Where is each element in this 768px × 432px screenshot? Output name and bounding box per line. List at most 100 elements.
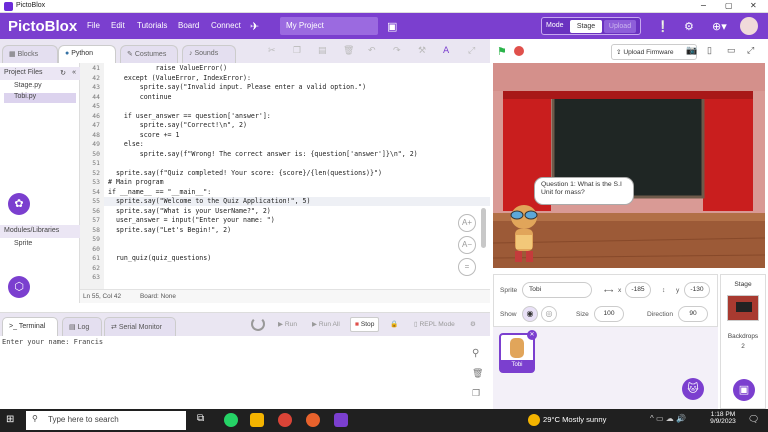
chrome-icon[interactable]	[278, 413, 292, 427]
code-line[interactable]: sprite.say(f"Quiz completed! Your score:…	[108, 169, 382, 177]
code-line[interactable]: run_quiz(quiz_questions)	[108, 254, 211, 262]
menu-edit[interactable]: Edit	[111, 21, 125, 30]
sprite-thumb-tobi[interactable]: Tobi ✕	[499, 330, 537, 373]
taskbar-search[interactable]: ⚲ Type here to search	[26, 411, 186, 430]
code-line[interactable]: # Main program	[108, 178, 164, 186]
menu-board[interactable]: Board	[178, 21, 199, 30]
wand-icon[interactable]: ⚒	[418, 46, 426, 56]
tobi-sprite[interactable]	[507, 203, 541, 265]
minimize-button[interactable]: −	[700, 1, 707, 10]
code-line[interactable]: sprite.say("Welcome to the Quiz Applicat…	[108, 197, 311, 205]
zoom-in-icon[interactable]: A+	[458, 214, 476, 232]
copy-icon[interactable]: ❐	[293, 46, 301, 56]
large-stage-icon[interactable]: ▭	[727, 45, 736, 56]
stage-mode-button[interactable]: Stage	[570, 20, 602, 33]
add-sprite-icon[interactable]: ✿	[8, 193, 30, 215]
system-tray-icons[interactable]: ^ ▭ ☁ 🔊	[650, 414, 686, 423]
task-view-icon[interactable]: ⧉	[197, 413, 204, 424]
tab-terminal[interactable]: >_ Terminal	[2, 317, 58, 337]
pictoblox-taskbar-icon[interactable]	[334, 413, 348, 427]
choose-backdrop-icon[interactable]: ▣	[733, 379, 755, 401]
avatar[interactable]	[740, 17, 758, 35]
maximize-button[interactable]: ▢	[725, 1, 733, 10]
project-name-input[interactable]: My Project	[280, 17, 378, 35]
code-line[interactable]: sprite.say(f"Wrong! The correct answer i…	[108, 150, 418, 158]
editor-scrollbar[interactable]	[481, 208, 486, 248]
file-item-stage[interactable]: Stage.py	[4, 82, 76, 92]
menu-tutorials[interactable]: Tutorials	[137, 21, 167, 30]
camera-icon[interactable]: 📷	[686, 45, 697, 56]
sprite-y-input[interactable]: -130	[684, 282, 710, 298]
lock-icon[interactable]: 🔒	[386, 317, 402, 332]
files-icon[interactable]	[250, 413, 264, 427]
sprite-direction-input[interactable]: 90	[678, 306, 708, 322]
redo-icon[interactable]: ↷	[393, 46, 401, 56]
upload-firmware-button[interactable]: ⇪ Upload Firmware	[611, 44, 697, 60]
delete-icon[interactable]: 🗑	[343, 46, 354, 56]
code-editor[interactable]: A+ A− = 41 raise ValueError() 42 except (…	[80, 63, 490, 289]
zoom-out-icon[interactable]: A−	[458, 236, 476, 254]
tab-serial-monitor[interactable]: ⇄ Serial Monitor	[104, 317, 176, 337]
show-eye-icon[interactable]: ◉	[522, 306, 538, 322]
fullscreen-stage-icon[interactable]: ⤢	[747, 45, 754, 56]
code-line[interactable]: score += 1	[108, 131, 180, 139]
hide-eye-icon[interactable]: ◎	[541, 306, 557, 322]
code-line[interactable]: sprite.say("Let's Begin!", 2)	[108, 226, 231, 234]
tab-log[interactable]: ▤ Log	[62, 317, 102, 337]
small-stage-icon[interactable]: ▯	[707, 45, 712, 56]
windows-start-icon[interactable]: ⊞	[6, 414, 18, 426]
close-button[interactable]: ✕	[750, 1, 757, 10]
whatsapp-icon[interactable]	[224, 413, 238, 427]
run-all-button[interactable]: ▶ Run All	[308, 317, 344, 332]
search-icon[interactable]: ⚲	[472, 348, 479, 359]
tab-python[interactable]: ● Python	[58, 45, 116, 63]
green-flag-icon[interactable]: ⚑	[497, 45, 507, 58]
extension-icon[interactable]: ✈	[250, 20, 259, 33]
tab-blocks[interactable]: ▦ Blocks	[2, 45, 58, 63]
feedback-icon[interactable]: ❕	[656, 20, 670, 33]
menu-connect[interactable]: Connect	[211, 21, 241, 30]
sprite-x-input[interactable]: -185	[625, 282, 651, 298]
menu-file[interactable]: File	[87, 21, 100, 30]
tab-costumes[interactable]: ✎ Costumes	[120, 45, 178, 63]
taskbar-clock[interactable]: 1:18 PM 9/9/2023	[706, 411, 740, 425]
reset-zoom-icon[interactable]: =	[458, 258, 476, 276]
delete-sprite-icon[interactable]: ✕	[527, 330, 537, 340]
stage-canvas[interactable]: Question 1: What is the S.I Unit for mas…	[493, 63, 765, 268]
code-line[interactable]: if user_answer == question['answer']:	[108, 112, 271, 120]
code-line[interactable]: if __name__ == "__main__":	[108, 188, 211, 196]
add-extension-icon[interactable]: ⬡	[8, 276, 30, 298]
module-item-sprite[interactable]: Sprite	[4, 240, 76, 250]
code-line[interactable]: sprite.say("Correct!\n", 2)	[108, 121, 247, 129]
collapse-icon[interactable]: «	[72, 69, 76, 76]
code-line[interactable]: continue	[108, 93, 172, 101]
refresh-icon[interactable]: ↻	[60, 69, 66, 77]
tab-sounds[interactable]: ♪ Sounds	[182, 45, 236, 63]
repl-mode-button[interactable]: ▯ REPL Mode	[410, 317, 459, 332]
globe-icon[interactable]: ⊕▾	[712, 20, 727, 33]
save-icon[interactable]: ▣	[387, 20, 397, 33]
code-line[interactable]: else:	[108, 140, 144, 148]
run-button[interactable]: ▶ Run	[274, 317, 301, 332]
terminal-output[interactable]: Enter your name: Francis ⚲ 🗑 ❐	[0, 336, 490, 409]
code-line[interactable]: user_answer = input("Enter your name: ")	[108, 216, 275, 224]
upload-mode-button[interactable]: Upload	[604, 20, 636, 33]
choose-sprite-icon[interactable]: 🐱	[682, 378, 704, 400]
chrome-profile-icon[interactable]	[306, 413, 320, 427]
sprite-name-input[interactable]: Tobi	[522, 282, 592, 298]
code-line[interactable]: sprite.say("What is your UserName?", 2)	[108, 207, 271, 215]
stop-sign-icon[interactable]	[514, 46, 524, 56]
code-line[interactable]: except (ValueError, IndexError):	[108, 74, 251, 82]
paste-icon[interactable]: ▤	[318, 46, 327, 56]
code-line[interactable]: sprite.say("Invalid input. Please enter …	[108, 83, 366, 91]
font-size-icon[interactable]: A	[443, 46, 449, 56]
cut-icon[interactable]: ✂	[268, 46, 276, 56]
fullscreen-icon[interactable]: ⤢	[468, 46, 475, 56]
backdrop-thumb[interactable]	[727, 295, 759, 321]
undo-icon[interactable]: ↶	[368, 46, 376, 56]
stop-button[interactable]: ■ Stop	[350, 317, 380, 332]
trash-icon[interactable]: 🗑	[472, 368, 483, 379]
sprite-size-input[interactable]: 100	[594, 306, 624, 322]
code-line[interactable]: raise ValueError()	[108, 64, 227, 72]
gear-icon[interactable]: ⚙	[684, 20, 694, 33]
